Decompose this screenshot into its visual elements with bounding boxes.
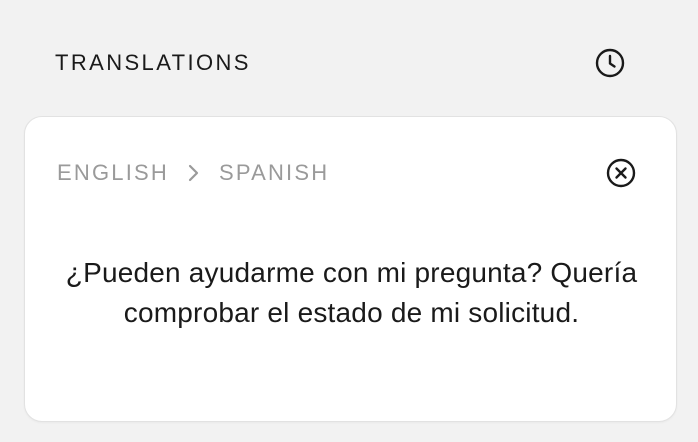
- language-pair: ENGLISH SPANISH: [57, 159, 329, 187]
- translated-text: ¿Pueden ayudarme con mi pregunta? Quería…: [65, 257, 638, 328]
- chevron-right-icon: [187, 163, 201, 183]
- close-button[interactable]: [603, 155, 639, 191]
- clock-icon: [595, 48, 625, 78]
- history-button[interactable]: [592, 45, 628, 81]
- target-language-label: SPANISH: [218, 160, 330, 185]
- source-language-label: ENGLISH: [57, 160, 169, 185]
- translation-card: ENGLISH SPANISH ¿Pueden ayudarme con mi …: [24, 116, 677, 422]
- page-title: TRANSLATIONS: [55, 50, 251, 75]
- close-circle-icon: [606, 158, 636, 188]
- translations-header: TRANSLATIONS: [0, 0, 698, 116]
